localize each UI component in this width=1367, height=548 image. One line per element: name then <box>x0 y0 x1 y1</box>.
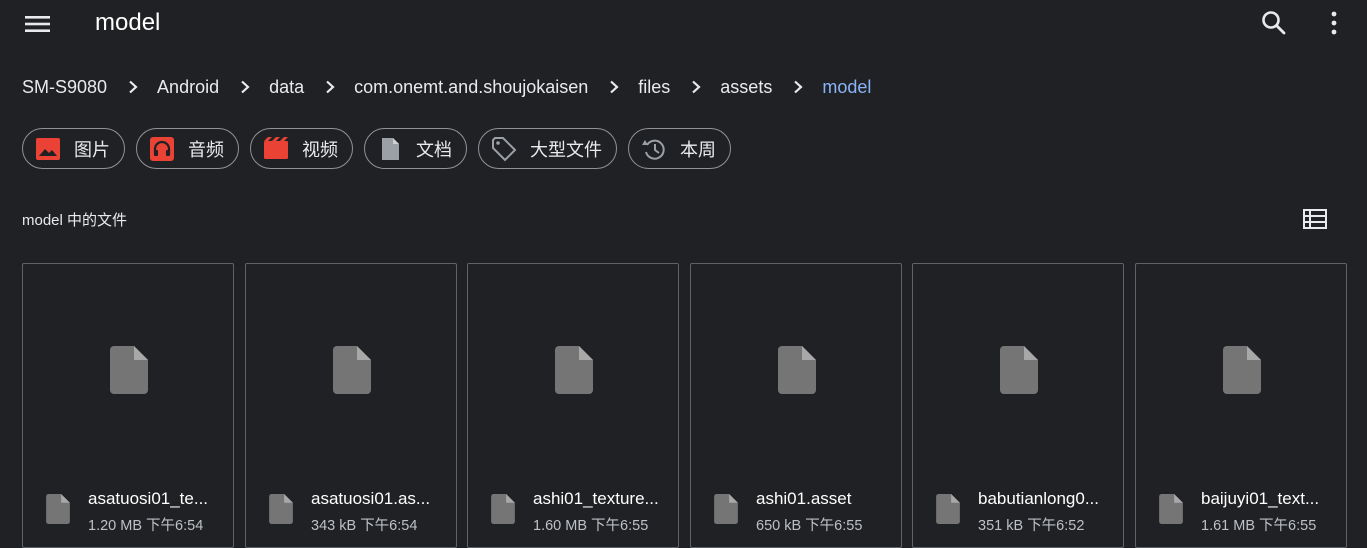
breadcrumb: SM-S9080 Android data com.onemt.and.shoujok… <box>22 74 871 100</box>
file-size: 1.20 MB <box>88 518 142 534</box>
file-icon <box>491 494 515 524</box>
list-view-icon[interactable] <box>1302 207 1328 231</box>
chevron-right-icon <box>326 80 335 94</box>
file-icon <box>1000 346 1038 394</box>
file-name: asatuosi01.as... <box>311 489 431 508</box>
file-meta: 1.60 MB 下午6:55 <box>533 514 648 535</box>
file-icon <box>1159 494 1183 524</box>
chip-label: 本周 <box>680 139 716 160</box>
file-time: 下午6:55 <box>1259 518 1317 534</box>
top-app-bar: model <box>0 0 1367 48</box>
file-meta: 1.20 MB 下午6:54 <box>88 514 203 535</box>
file-card[interactable]: babutianlong0... 351 kB 下午6:52 <box>912 263 1124 548</box>
breadcrumb-item[interactable]: com.onemt.and.shoujokaisen <box>354 77 588 98</box>
file-name: ashi01.asset <box>756 489 852 508</box>
chip-label: 视频 <box>302 139 338 160</box>
file-icon <box>46 494 70 524</box>
file-size: 343 kB <box>311 518 357 534</box>
file-card[interactable]: asatuosi01.as... 343 kB 下午6:54 <box>245 263 457 548</box>
filter-chip[interactable]: 文档 <box>364 128 467 169</box>
file-card[interactable]: baijuyi01_text... 1.61 MB 下午6:55 <box>1135 263 1347 548</box>
image-icon <box>35 136 61 162</box>
file-size: 351 kB <box>978 518 1024 534</box>
filter-chip[interactable]: 音频 <box>136 128 239 169</box>
file-icon <box>936 494 960 524</box>
file-icon <box>333 346 371 394</box>
file-meta: 351 kB 下午6:52 <box>978 514 1084 535</box>
file-time: 下午6:55 <box>591 518 649 534</box>
file-name: ashi01_texture... <box>533 489 659 508</box>
file-card[interactable]: asatuosi01_te... 1.20 MB 下午6:54 <box>22 263 234 548</box>
file-name: baijuyi01_text... <box>1201 489 1320 508</box>
chevron-right-icon <box>610 80 619 94</box>
headphones-icon <box>149 136 175 162</box>
breadcrumb-item[interactable]: data <box>269 77 304 98</box>
file-icon <box>110 346 148 394</box>
chip-label: 大型文件 <box>530 139 602 160</box>
file-grid: asatuosi01_te... 1.20 MB 下午6:54 asatuosi01… <box>22 263 1352 548</box>
menu-icon[interactable] <box>24 12 52 36</box>
movie-icon <box>263 136 289 162</box>
filter-chip[interactable]: 视频 <box>250 128 353 169</box>
file-time: 下午6:55 <box>805 518 863 534</box>
filter-chip[interactable]: 大型文件 <box>478 128 617 169</box>
section-title: model 中的文件 <box>22 212 128 229</box>
file-icon <box>269 494 293 524</box>
more-vert-icon[interactable] <box>1320 9 1348 37</box>
file-meta: 650 kB 下午6:55 <box>756 514 862 535</box>
file-time: 下午6:54 <box>146 518 204 534</box>
file-card[interactable]: ashi01.asset 650 kB 下午6:55 <box>690 263 902 548</box>
breadcrumb-item[interactable]: Android <box>157 77 219 98</box>
chip-label: 文档 <box>416 139 452 160</box>
chevron-right-icon <box>692 80 701 94</box>
file-icon <box>714 494 738 524</box>
file-icon <box>555 346 593 394</box>
chip-label: 音频 <box>188 139 224 160</box>
chevron-right-icon <box>241 80 250 94</box>
chevron-right-icon <box>794 80 803 94</box>
file-size: 1.61 MB <box>1201 518 1255 534</box>
file-size: 1.60 MB <box>533 518 587 534</box>
breadcrumb-item[interactable]: model <box>822 77 871 98</box>
breadcrumb-item[interactable]: files <box>638 77 670 98</box>
file-card[interactable]: ashi01_texture... 1.60 MB 下午6:55 <box>467 263 679 548</box>
history-icon <box>641 136 667 162</box>
file-name: babutianlong0... <box>978 489 1099 508</box>
breadcrumb-item[interactable]: SM-S9080 <box>22 77 107 98</box>
file-icon <box>778 346 816 394</box>
file-name: asatuosi01_te... <box>88 489 209 508</box>
file-icon <box>1223 346 1261 394</box>
page-title: model <box>95 9 161 36</box>
file-size: 650 kB <box>756 518 802 534</box>
file-meta: 1.61 MB 下午6:55 <box>1201 514 1316 535</box>
filter-chip[interactable]: 图片 <box>22 128 125 169</box>
breadcrumb-item[interactable]: assets <box>720 77 772 98</box>
chevron-right-icon <box>129 80 138 94</box>
chip-label: 图片 <box>74 139 110 160</box>
search-icon[interactable] <box>1260 9 1288 37</box>
tag-icon <box>491 136 517 162</box>
file-time: 下午6:52 <box>1027 518 1085 534</box>
filter-chip[interactable]: 本周 <box>628 128 731 169</box>
filter-chips: 图片 音频 视频 文档 大型文件 本周 <box>22 128 742 169</box>
file-meta: 343 kB 下午6:54 <box>311 514 417 535</box>
document-icon <box>377 136 403 162</box>
file-time: 下午6:54 <box>360 518 418 534</box>
